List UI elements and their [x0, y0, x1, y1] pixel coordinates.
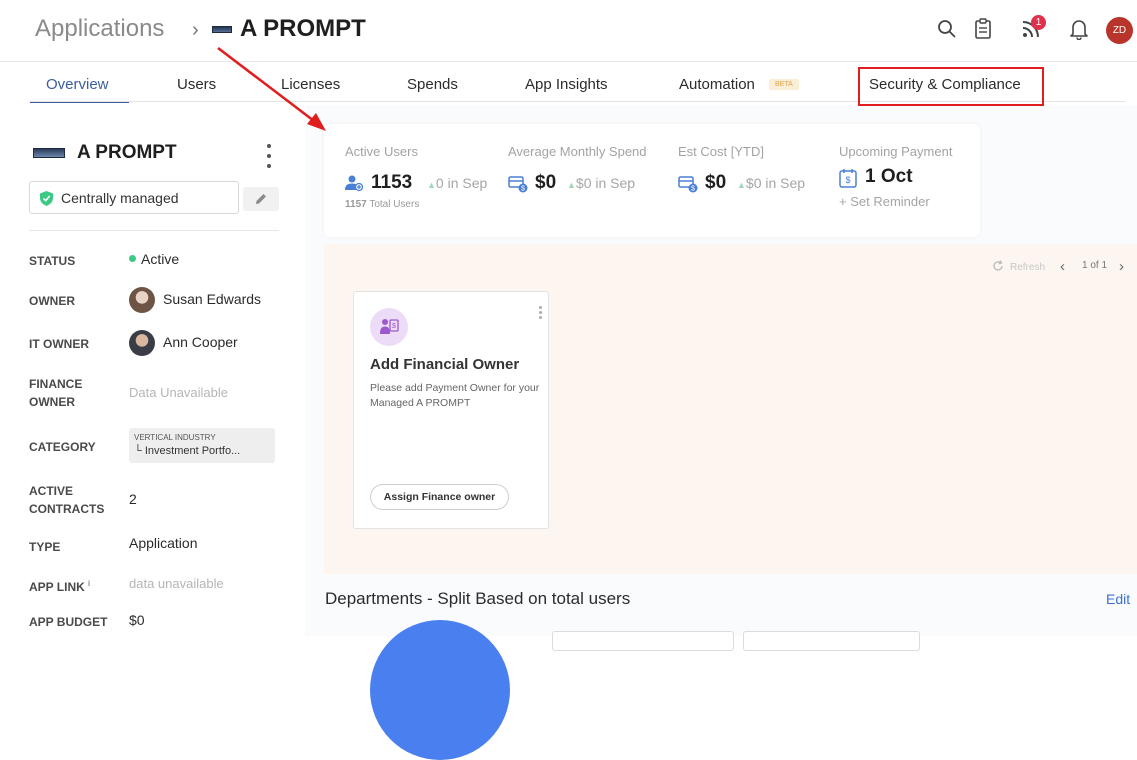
card-title: Add Financial Owner	[370, 356, 520, 373]
pager-text: 1 of 1	[1082, 260, 1108, 271]
chevron-right-icon[interactable]: ›	[1119, 258, 1124, 275]
upcoming-payment-value: 1 Oct	[865, 166, 913, 187]
edit-pencil-icon[interactable]	[243, 187, 279, 211]
est-cost-value: $0	[705, 172, 727, 193]
owner-avatar	[129, 287, 155, 313]
managed-status-field[interactable]: Centrally managed	[29, 181, 239, 214]
sidebar-app-name: A PROMPT	[77, 142, 177, 163]
managed-label: Centrally managed	[61, 190, 179, 206]
card-description: Please add Payment Owner for your Manage…	[370, 382, 540, 409]
shield-check-icon	[40, 191, 53, 211]
financial-owner-card: $ Add Financial Owner Please add Payment…	[353, 291, 549, 529]
svg-text:$: $	[845, 175, 850, 185]
stats-card: Active Users 1153 ▲0 in Sep 1157 Total U…	[324, 124, 980, 237]
refresh-icon	[993, 260, 1003, 271]
status-dot	[129, 254, 136, 262]
set-reminder-link[interactable]: + Set Reminder	[839, 194, 930, 209]
finance-owner-value: Data Unavailable	[129, 385, 229, 400]
more-options-icon[interactable]	[264, 144, 274, 168]
active-contracts-label: ACTIVE CONTRACTS	[29, 484, 105, 516]
page-title: A PROMPT	[240, 15, 366, 42]
card-dollar-icon: $	[508, 174, 528, 193]
active-users-value: 1153	[371, 172, 413, 193]
tab-licenses[interactable]: Licenses	[281, 76, 340, 93]
department-filter-2[interactable]	[743, 631, 920, 651]
tab-spends[interactable]: Spends	[407, 76, 458, 93]
est-cost-label: Est Cost [YTD]	[678, 144, 764, 159]
departments-pie	[370, 620, 510, 760]
chevron-left-icon[interactable]: ‹	[1060, 258, 1065, 275]
category-child: └ Investment Portfo...	[134, 445, 241, 457]
category-value[interactable]: VERTICAL INDUSTRY └ Investment Portfo...	[129, 428, 275, 463]
upcoming-payment-label: Upcoming Payment	[839, 144, 953, 159]
tab-users[interactable]: Users	[177, 76, 216, 93]
tab-overview[interactable]: Overview	[46, 76, 109, 93]
svg-text:$: $	[691, 186, 695, 193]
finance-owner-label: FINANCE OWNER	[29, 377, 83, 409]
payment-calendar-icon: $	[839, 168, 857, 188]
search-icon[interactable]	[936, 18, 958, 40]
active-users-label: Active Users	[345, 144, 418, 159]
card-dollar-icon: $	[678, 174, 698, 193]
owner-value[interactable]: Susan Edwards	[163, 291, 261, 307]
total-users: 1157 Total Users	[345, 199, 420, 210]
active-users-delta: ▲0 in Sep	[427, 175, 488, 191]
app-logo	[33, 148, 65, 158]
users-icon	[345, 174, 364, 192]
tab-app-insights[interactable]: App Insights	[525, 76, 608, 93]
user-avatar[interactable]: ZD	[1106, 17, 1133, 44]
bell-icon[interactable]	[1068, 18, 1090, 40]
refresh-button[interactable]: Refresh	[992, 260, 1045, 273]
owner-label: OWNER	[29, 294, 75, 308]
assign-finance-owner-button[interactable]: Assign Finance owner	[370, 484, 509, 510]
info-icon[interactable]: i	[88, 579, 90, 588]
finance-owner-icon: $	[370, 308, 408, 346]
top-bar: Applications › A PROMPT 1 ZD	[0, 0, 1137, 62]
clipboard-icon[interactable]	[972, 18, 994, 40]
sidebar-divider	[29, 230, 279, 231]
avg-spend-value: $0	[535, 172, 557, 193]
type-value: Application	[129, 535, 198, 551]
it-owner-avatar	[129, 330, 155, 356]
beta-badge: BETA	[769, 79, 799, 90]
status-value: Active	[129, 251, 179, 267]
annotation-highlight-box	[858, 67, 1044, 106]
app-link-label: APP LINK i	[29, 579, 90, 594]
app-link-value: data unavailable	[129, 576, 224, 591]
category-parent: VERTICAL INDUSTRY	[134, 433, 216, 442]
departments-title: Departments - Split Based on total users	[325, 589, 631, 608]
status-label: STATUS	[29, 254, 76, 268]
category-label: CATEGORY	[29, 440, 96, 454]
card-more-icon[interactable]	[539, 306, 542, 319]
app-logo-small	[212, 26, 232, 33]
it-owner-value[interactable]: Ann Cooper	[163, 334, 238, 350]
est-cost-delta: ▲$0 in Sep	[737, 175, 806, 191]
department-filter-1[interactable]	[552, 631, 734, 651]
active-contracts-value[interactable]: 2	[129, 491, 137, 507]
departments-edit-link[interactable]: Edit	[1106, 591, 1130, 607]
svg-text:$: $	[392, 323, 396, 330]
notification-badge: 1	[1031, 15, 1046, 30]
svg-text:$: $	[521, 186, 525, 193]
avg-spend-delta: ▲$0 in Sep	[567, 175, 636, 191]
tab-automation[interactable]: Automation	[679, 76, 755, 93]
breadcrumb-separator: ›	[192, 19, 199, 41]
app-budget-label: APP BUDGET	[29, 615, 108, 629]
type-label: TYPE	[29, 540, 61, 554]
app-budget-value: $0	[129, 612, 145, 628]
avg-spend-label: Average Monthly Spend	[508, 144, 647, 159]
it-owner-label: IT OWNER	[29, 337, 89, 351]
breadcrumb-applications[interactable]: Applications	[35, 15, 164, 43]
